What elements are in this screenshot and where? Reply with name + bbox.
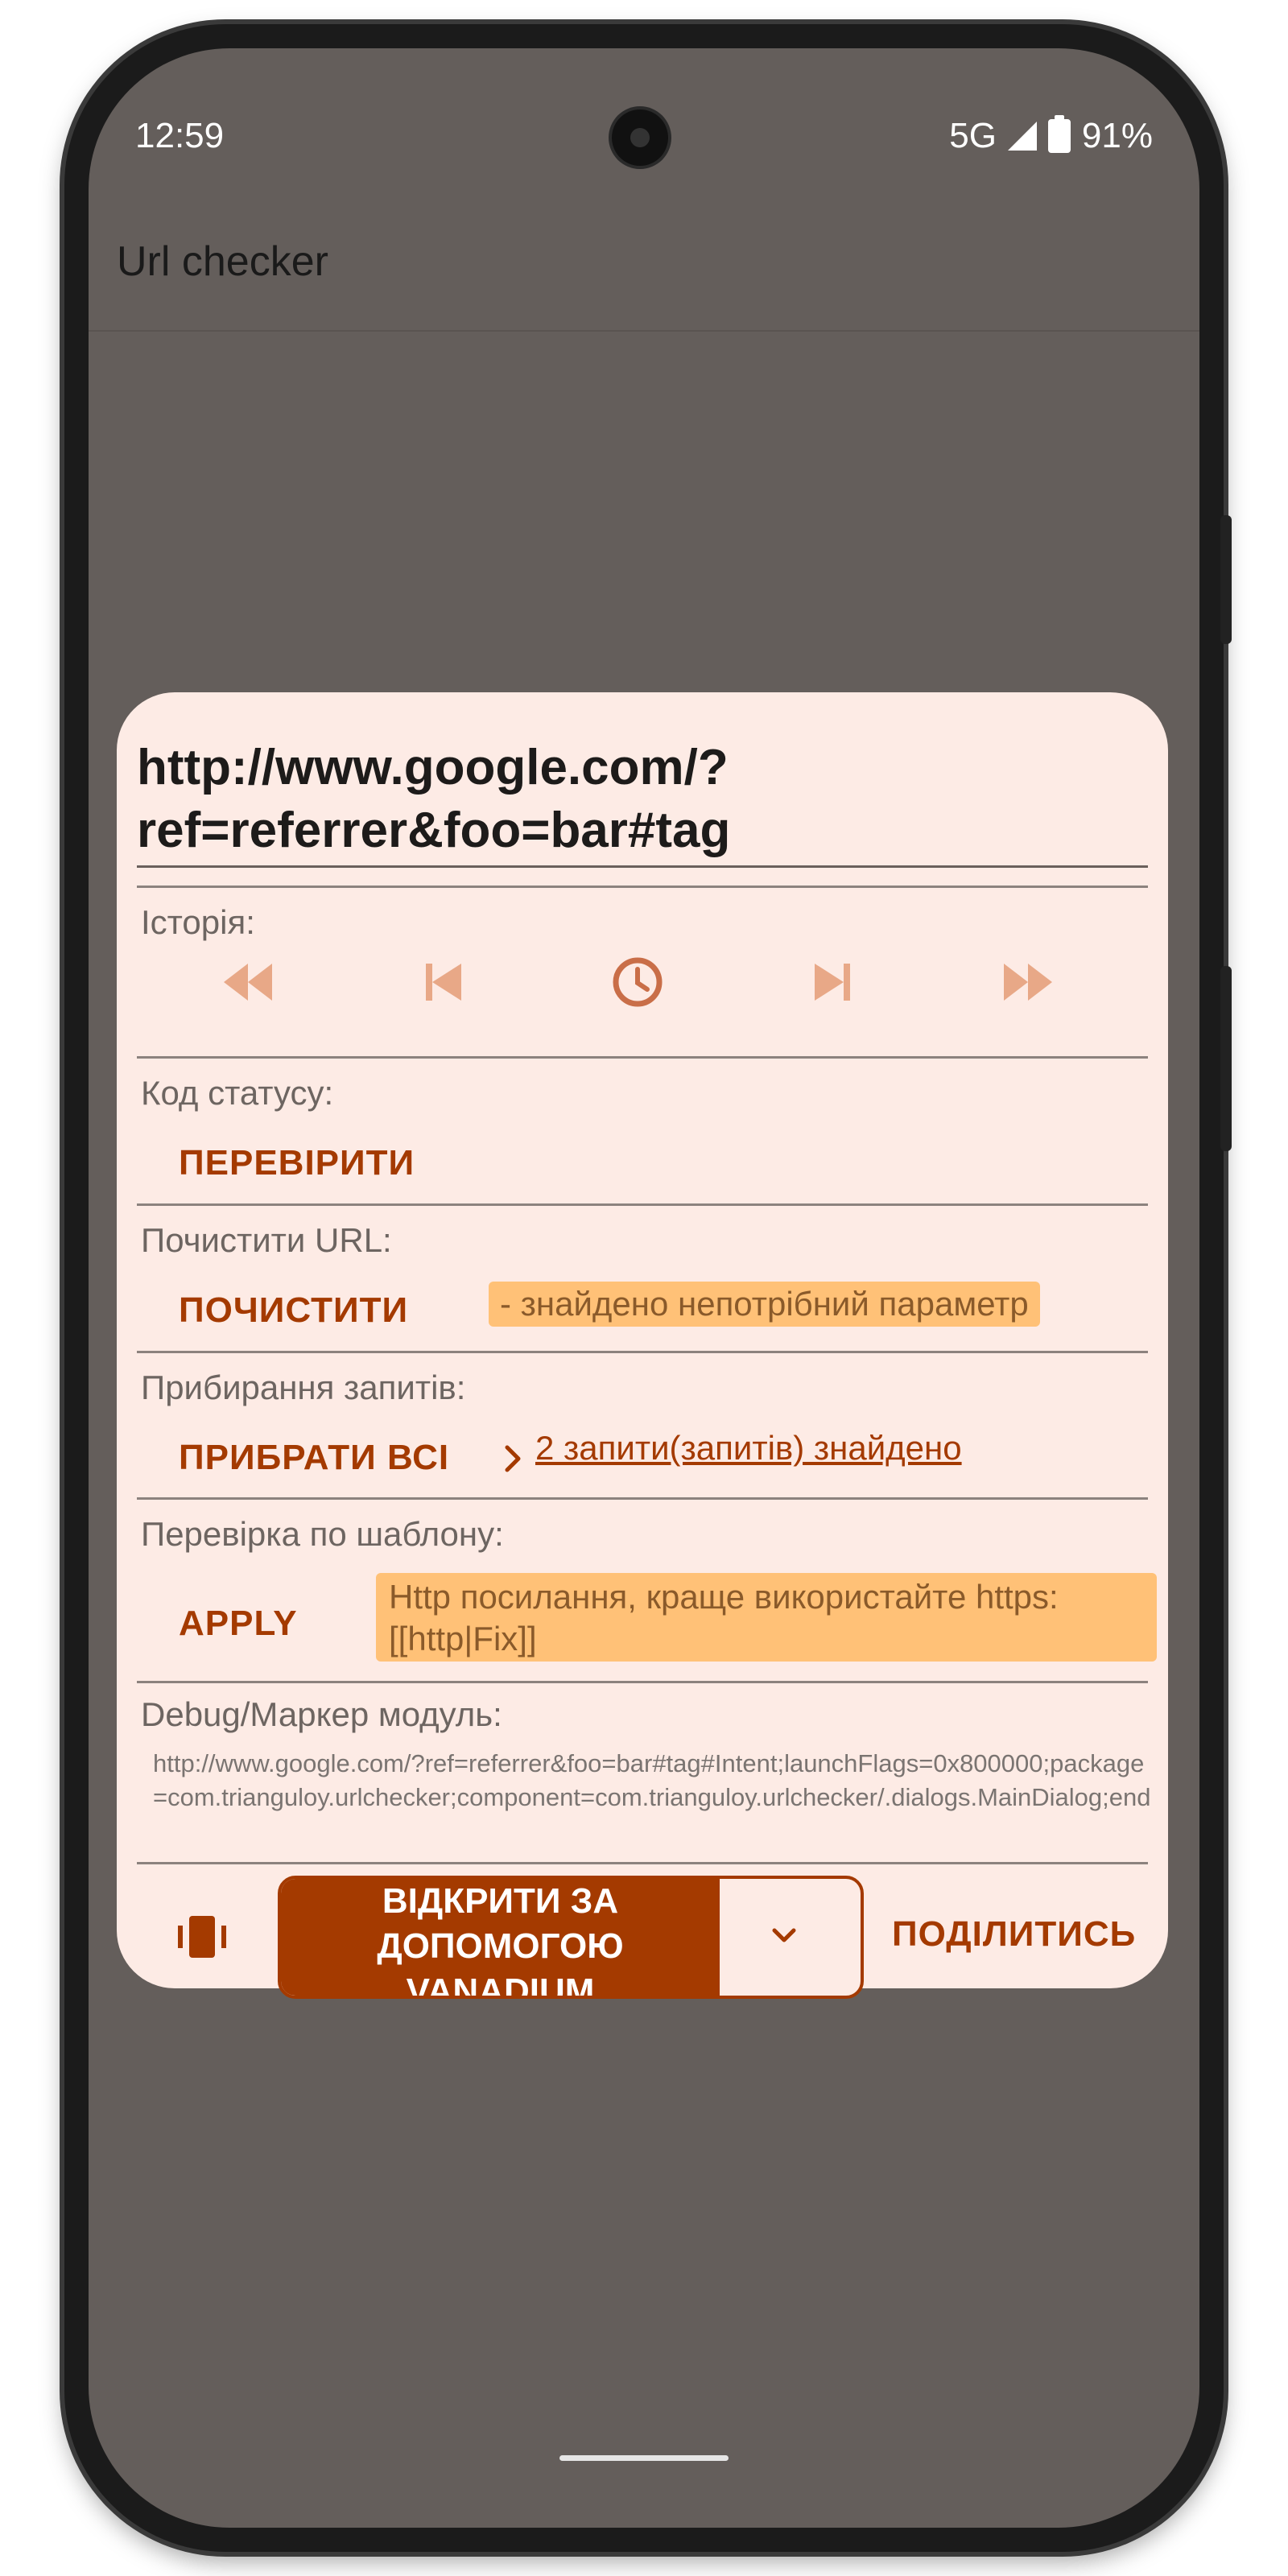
- url-text[interactable]: http://www.google.com/?ref=referrer&foo=…: [137, 737, 1151, 862]
- check-status-button[interactable]: ПЕРЕВІРИТИ: [179, 1143, 415, 1183]
- open-with-button[interactable]: ВІДКРИТИ ЗА ДОПОМОГОЮ VANADIUM: [281, 1879, 720, 1996]
- app-divider: [89, 330, 1199, 332]
- front-camera: [612, 109, 668, 166]
- fast-forward-icon[interactable]: [1001, 954, 1057, 1010]
- divider: [137, 1862, 1148, 1864]
- skip-next-icon[interactable]: [805, 954, 861, 1010]
- main-dialog: http://www.google.com/?ref=referrer&foo=…: [117, 692, 1168, 1999]
- clean-url-label: Почистити URL:: [141, 1221, 392, 1259]
- signal-icon: [1007, 122, 1037, 151]
- divider: [137, 1497, 1148, 1500]
- open-with-line-1: ВІДКРИТИ ЗА: [382, 1881, 619, 1921]
- divider: [137, 1351, 1148, 1353]
- history-clock-icon[interactable]: [609, 954, 666, 1010]
- status-code-label: Код статусу:: [141, 1074, 334, 1112]
- battery-icon: [1047, 115, 1071, 153]
- pattern-check-note: Http посилання, краще використайте https…: [376, 1573, 1157, 1662]
- status-bar: 12:59 5G 91%: [89, 105, 1199, 169]
- battery-percent: 91%: [1081, 116, 1153, 155]
- divider: [137, 1203, 1148, 1206]
- clean-url-button[interactable]: ПОЧИСТИТИ: [179, 1290, 408, 1331]
- open-with-button-group: ВІДКРИТИ ЗА ДОПОМОГОЮ VANADIUM: [278, 1876, 864, 1999]
- divider: [137, 886, 1148, 888]
- screen: 12:59 5G 91% Url checker http://www.goog…: [89, 48, 1199, 2528]
- volume-button: [1220, 515, 1232, 644]
- divider: [137, 1056, 1148, 1059]
- apply-pattern-button[interactable]: APPLY: [179, 1604, 298, 1644]
- open-with-line-2: ДОПОМОГОЮ: [377, 1926, 624, 1966]
- url-underline: [137, 865, 1148, 868]
- debug-label: Debug/Маркер модуль:: [141, 1695, 502, 1733]
- remove-all-button[interactable]: ПРИБРАТИ ВСІ: [179, 1438, 449, 1478]
- history-label: Історія:: [141, 903, 255, 941]
- skip-previous-icon[interactable]: [415, 954, 471, 1010]
- status-time: 12:59: [135, 116, 225, 155]
- app-title: Url checker: [117, 238, 328, 285]
- queries-found-link[interactable]: 2 запити(запитів) знайдено: [535, 1429, 962, 1468]
- divider: [137, 1681, 1148, 1683]
- pattern-check-label: Перевірка по шаблону:: [141, 1515, 504, 1553]
- chevron-down-icon[interactable]: [768, 1919, 800, 1951]
- gesture-nav-bar[interactable]: [559, 2455, 729, 2461]
- status-icons: 5G 91%: [949, 115, 1153, 156]
- share-button[interactable]: ПОДІЛИТИСЬ: [892, 1914, 1136, 1955]
- network-label: 5G: [949, 116, 997, 155]
- vibrate-icon[interactable]: [173, 1908, 231, 1966]
- chevron-right-icon[interactable]: [497, 1443, 530, 1475]
- power-button: [1220, 966, 1232, 1151]
- clean-url-note: - знайдено непотрібний параметр: [489, 1282, 1040, 1327]
- open-with-line-3: VANADIUM: [406, 1971, 595, 1999]
- phone-frame: 12:59 5G 91% Url checker http://www.goog…: [64, 24, 1232, 2552]
- debug-intent-text: http://www.google.com/?ref=referrer&foo=…: [153, 1749, 1151, 1811]
- remove-queries-label: Прибирання запитів:: [141, 1368, 466, 1406]
- rewind-icon[interactable]: [219, 954, 275, 1010]
